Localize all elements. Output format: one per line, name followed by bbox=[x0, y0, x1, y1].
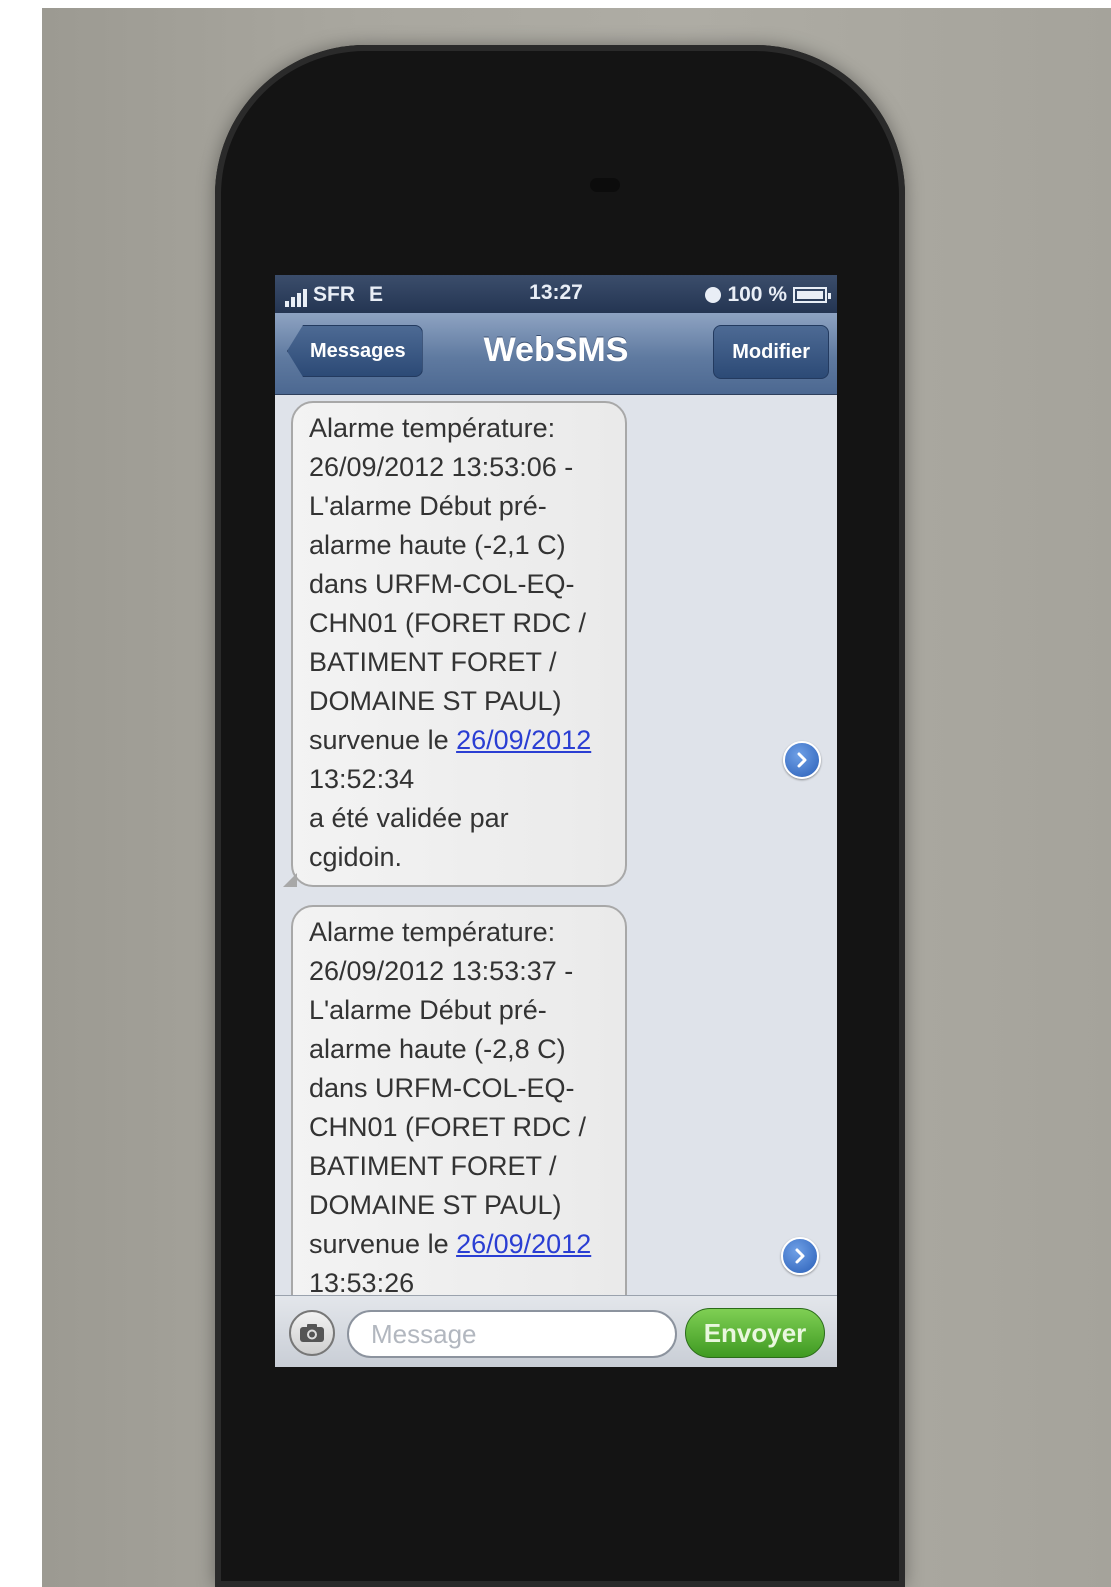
camera-button[interactable] bbox=[289, 1310, 335, 1356]
send-button[interactable]: Envoyer bbox=[685, 1308, 825, 1358]
battery-icon bbox=[793, 287, 831, 303]
edit-button[interactable]: Modifier bbox=[713, 325, 829, 379]
message-bubble[interactable]: Alarme température: 26/09/2012 13:53:06 … bbox=[283, 401, 627, 887]
message-line: BATIMENT FORET / bbox=[309, 647, 557, 677]
message-line: dans URFM-COL-EQ- bbox=[309, 1073, 575, 1103]
message-prefix: survenue le bbox=[309, 725, 457, 755]
message-line: Alarme température: bbox=[309, 413, 556, 443]
navigation-bar: Messages WebSMS Modifier bbox=[275, 313, 837, 395]
rotation-lock-icon bbox=[705, 287, 722, 303]
message-line: survenue le 26/09/2012 bbox=[309, 1225, 611, 1264]
message-line: DOMAINE ST PAUL) bbox=[309, 686, 562, 716]
message-list[interactable]: Alarme température: 26/09/2012 13:53:06 … bbox=[275, 395, 837, 1301]
message-line: CHN01 (FORET RDC / bbox=[309, 1112, 587, 1142]
phone-screen: SFR E 13:27 100 % Messages WebSMS Modifi… bbox=[275, 275, 837, 1367]
message-line: L'alarme Début pré- bbox=[309, 995, 547, 1025]
camera-icon bbox=[300, 1324, 324, 1342]
status-bar: SFR E 13:27 100 % bbox=[275, 275, 837, 313]
message-line: 26/09/2012 13:53:06 - bbox=[309, 452, 574, 482]
disclosure-chevron-icon[interactable] bbox=[781, 1237, 819, 1275]
disclosure-chevron-icon[interactable] bbox=[783, 741, 821, 779]
message-input[interactable] bbox=[347, 1310, 677, 1358]
message-line: BATIMENT FORET / bbox=[309, 1151, 557, 1181]
date-link[interactable]: 26/09/2012 bbox=[456, 1229, 591, 1259]
status-right: 100 % bbox=[705, 283, 831, 307]
message-line: survenue le 26/09/2012 bbox=[309, 721, 611, 760]
message-line: DOMAINE ST PAUL) bbox=[309, 1190, 562, 1220]
message-line: CHN01 (FORET RDC / bbox=[309, 608, 587, 638]
message-bubble[interactable]: Alarme température: 26/09/2012 13:53:37 … bbox=[291, 905, 627, 1301]
message-line: 13:52:34 bbox=[309, 764, 415, 794]
message-line: alarme haute (-2,8 C) bbox=[309, 1034, 566, 1064]
earpiece-speaker bbox=[590, 178, 620, 192]
message-line: cgidoin. bbox=[309, 842, 403, 872]
message-prefix: survenue le bbox=[309, 1229, 457, 1259]
message-line: 26/09/2012 13:53:37 - bbox=[309, 956, 574, 986]
date-link[interactable]: 26/09/2012 bbox=[456, 725, 591, 755]
message-line: a été validée par bbox=[309, 803, 509, 833]
message-line: Alarme température: bbox=[309, 917, 556, 947]
battery-percent: 100 % bbox=[727, 283, 787, 306]
message-line: alarme haute (-2,1 C) bbox=[309, 530, 566, 560]
compose-bar: Envoyer bbox=[275, 1295, 837, 1367]
message-line: L'alarme Début pré- bbox=[309, 491, 547, 521]
message-line: dans URFM-COL-EQ- bbox=[309, 569, 575, 599]
